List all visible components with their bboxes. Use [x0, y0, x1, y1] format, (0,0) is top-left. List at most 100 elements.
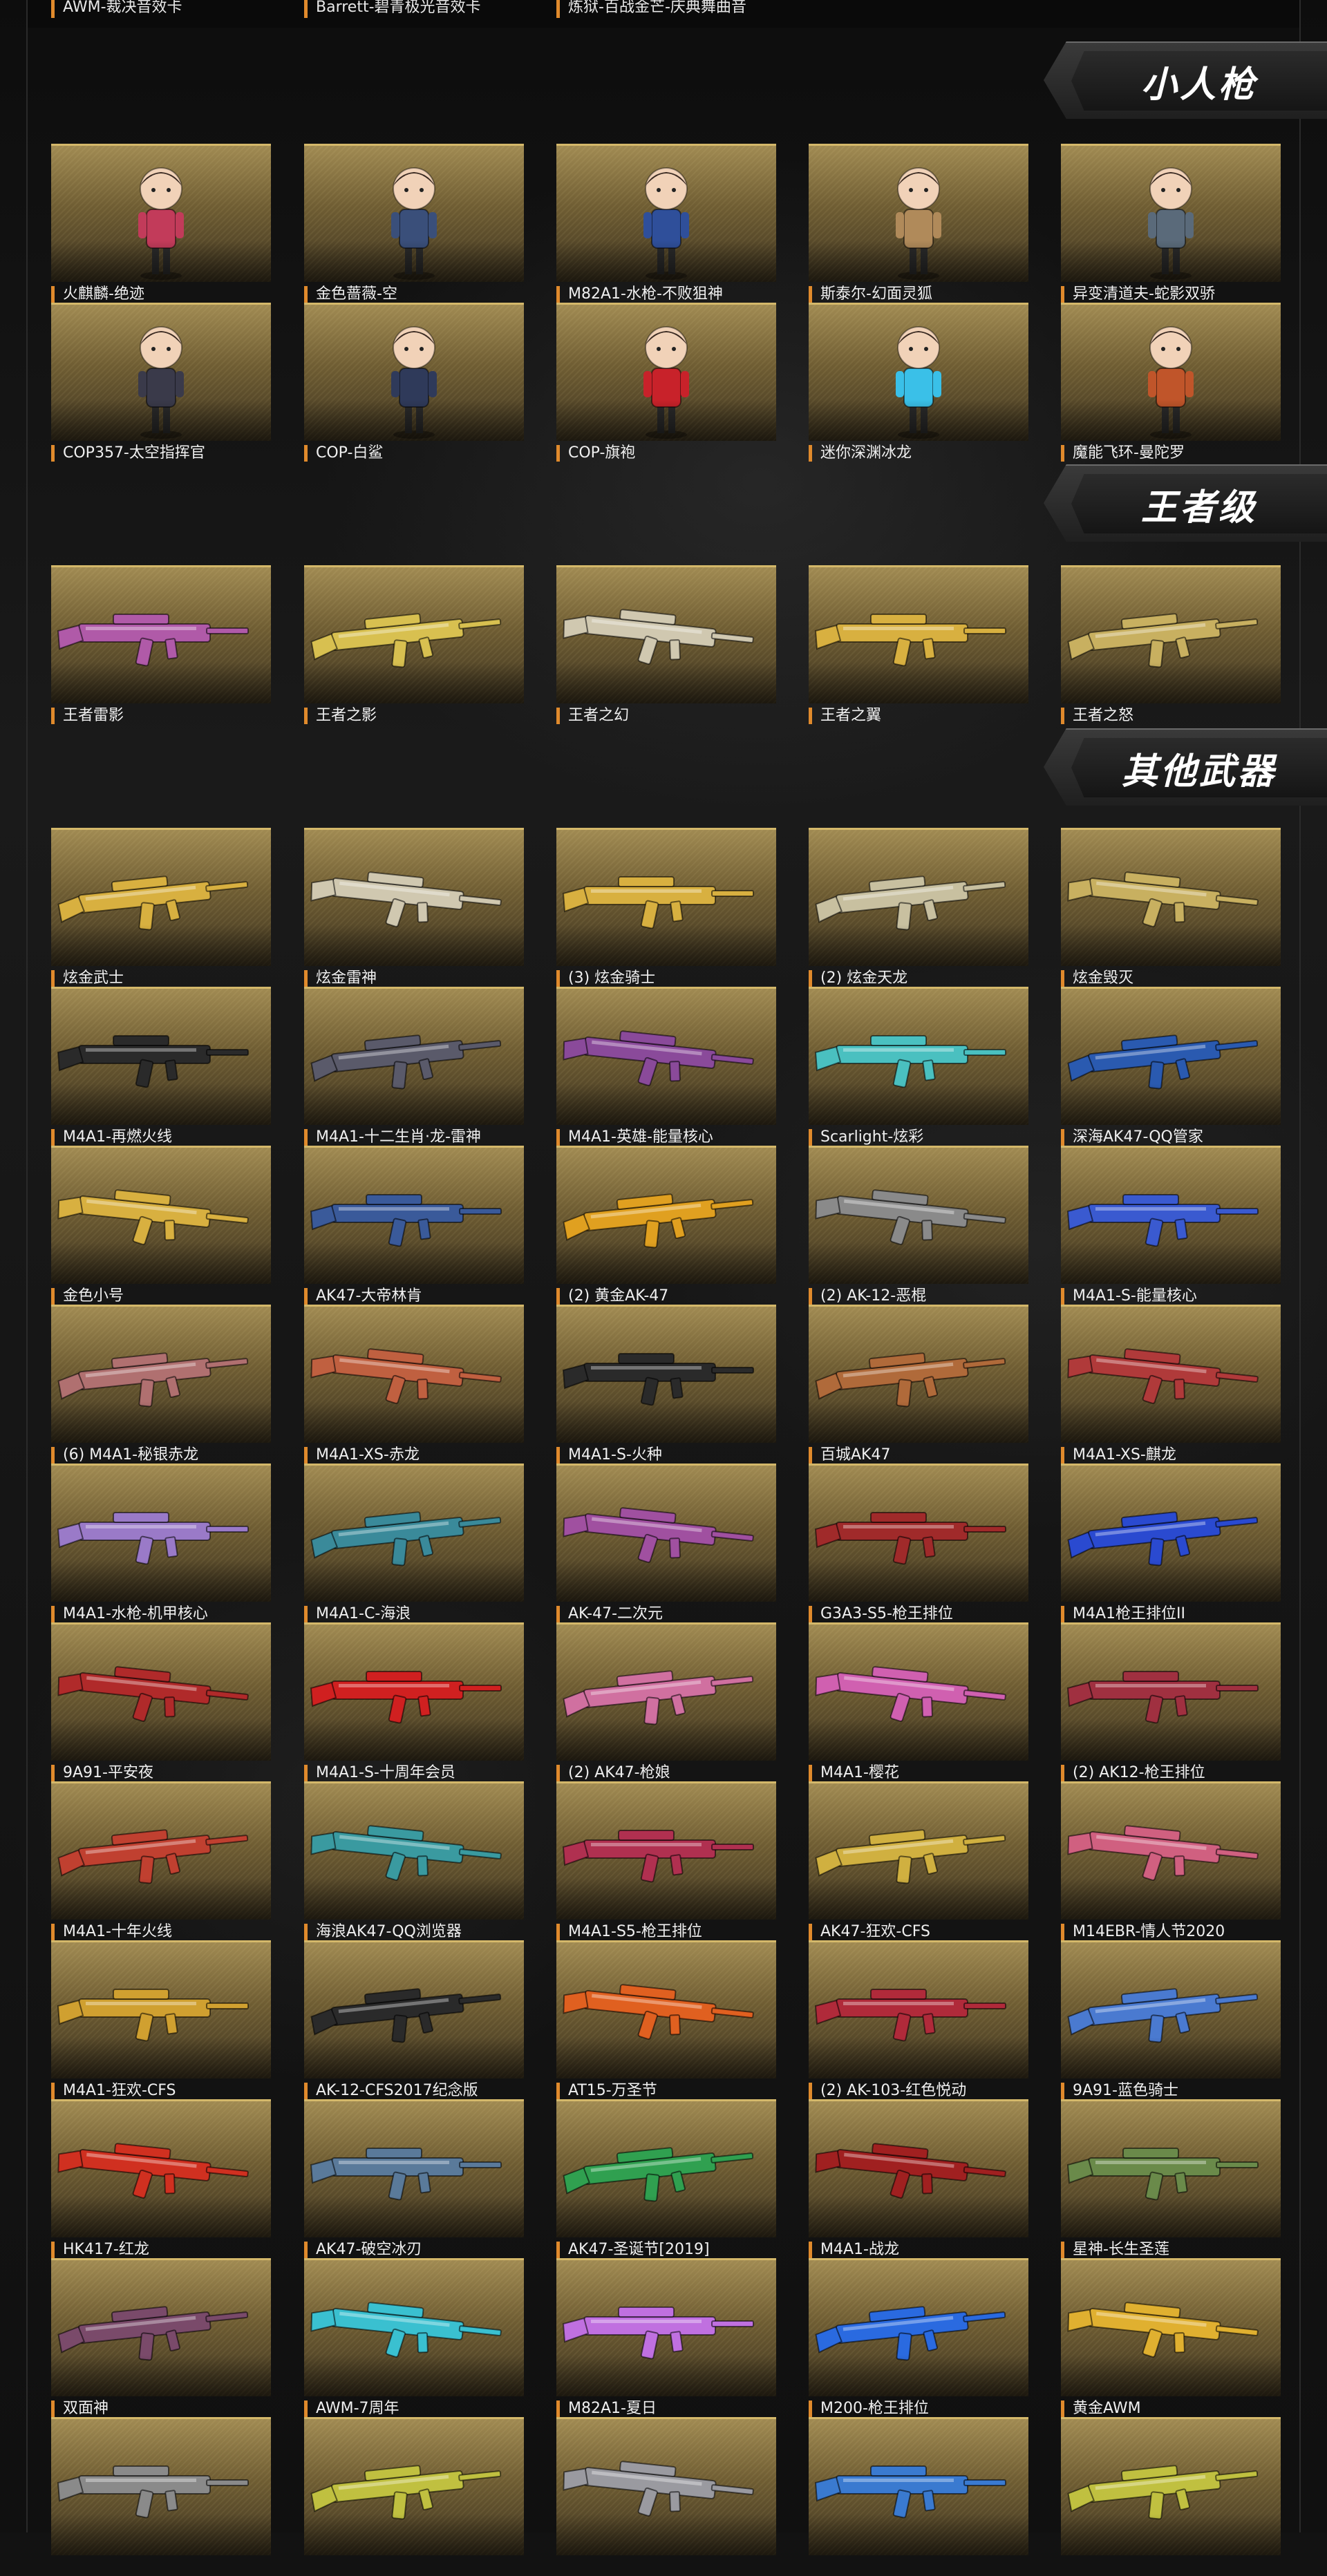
- item-card[interactable]: M4A1-S-能量核心: [1061, 1146, 1281, 1305]
- item-card[interactable]: [1061, 2417, 1281, 2576]
- item-card[interactable]: AWM-7周年: [304, 2258, 524, 2417]
- item-card[interactable]: 双面神: [51, 2258, 271, 2417]
- item-thumbnail: [1061, 1146, 1281, 1284]
- item-thumbnail: [809, 2417, 1028, 2555]
- item-card[interactable]: M4A1-S-十周年会员: [304, 1622, 524, 1781]
- item-card[interactable]: (3) 炫金骑士: [556, 828, 776, 987]
- item-card[interactable]: AK47-破空冰刃: [304, 2099, 524, 2258]
- item-label: AK-47-二次元: [556, 1606, 663, 1622]
- item-card[interactable]: G3A3-S5-枪王排位: [809, 1464, 1028, 1622]
- item-card[interactable]: (2) AK12-枪王排位: [1061, 1622, 1281, 1781]
- item-card[interactable]: M4A1-再燃火线: [51, 987, 271, 1146]
- item-card[interactable]: M4A1-十年火线: [51, 1781, 271, 1940]
- gun-image: [57, 1666, 249, 1723]
- item-card[interactable]: M4A1-XS-麒龙: [1061, 1305, 1281, 1464]
- item-card[interactable]: M14EBR-情人节2020: [1061, 1781, 1281, 1940]
- item-card[interactable]: 深海AK47-QQ管家: [1061, 987, 1281, 1146]
- item-thumbnail: [556, 1781, 776, 1920]
- item-card[interactable]: 炫金毁灭: [1061, 828, 1281, 987]
- item-card[interactable]: 王者雷影: [51, 565, 271, 724]
- item-card[interactable]: M4A1-XS-赤龙: [304, 1305, 524, 1464]
- item-card[interactable]: 金色小号: [51, 1146, 271, 1305]
- item-card[interactable]: 斯泰尔-幻面灵狐: [809, 144, 1028, 303]
- item-card[interactable]: 炫金武士: [51, 828, 271, 987]
- gun-image: [815, 1829, 1006, 1884]
- gun-image: [310, 1194, 502, 1247]
- gun-image: [310, 2302, 502, 2358]
- item-label: G3A3-S5-枪王排位: [809, 1606, 953, 1622]
- item-card[interactable]: 迷你深渊冰龙: [809, 303, 1028, 462]
- item-card[interactable]: M4A1-S-火种: [556, 1305, 776, 1464]
- character-figure-image: [391, 167, 437, 280]
- character-figure-image: [643, 326, 689, 439]
- item-card[interactable]: 王者之翼: [809, 565, 1028, 724]
- item-card[interactable]: AK47-圣诞节[2019]: [556, 2099, 776, 2258]
- item-label: M4A1-水枪-机甲核心: [51, 1606, 208, 1622]
- item-card[interactable]: HK417-红龙: [51, 2099, 271, 2258]
- item-thumbnail: [51, 2417, 271, 2555]
- item-card[interactable]: M4A1-S5-枪王排位: [556, 1781, 776, 1940]
- item-card[interactable]: AK-47-二次元: [556, 1464, 776, 1622]
- item-card[interactable]: M4A1-战龙: [809, 2099, 1028, 2258]
- item-card[interactable]: Scarlight-炫彩: [809, 987, 1028, 1146]
- item-card[interactable]: (2) AK47-枪娘: [556, 1622, 776, 1781]
- item-card[interactable]: 百城AK47: [809, 1305, 1028, 1464]
- item-card[interactable]: 王者之幻: [556, 565, 776, 724]
- item-card[interactable]: COP-旗袍: [556, 303, 776, 462]
- item-label: M4A1-XS-赤龙: [304, 1447, 420, 1464]
- item-thumbnail: [556, 2417, 776, 2555]
- character-figure-image: [138, 326, 184, 439]
- item-label: 深海AK47-QQ管家: [1061, 1129, 1203, 1146]
- item-card[interactable]: M4A1-C-海浪: [304, 1464, 524, 1622]
- item-thumbnail: [809, 987, 1028, 1125]
- item-label: 斯泰尔-幻面灵狐: [809, 286, 932, 303]
- item-card[interactable]: (2) 黄金AK-47: [556, 1146, 776, 1305]
- character-figure-image: [391, 326, 437, 439]
- item-card[interactable]: 王者之影: [304, 565, 524, 724]
- item-card[interactable]: 9A91-蓝色骑士: [1061, 1940, 1281, 2099]
- gun-image: [57, 1829, 249, 1884]
- item-card[interactable]: 9A91-平安夜: [51, 1622, 271, 1781]
- item-card[interactable]: (2) 炫金天龙: [809, 828, 1028, 987]
- gun-image: [57, 1989, 249, 2042]
- item-thumbnail: [304, 1622, 524, 1761]
- item-card[interactable]: 星神-长生圣莲: [1061, 2099, 1281, 2258]
- item-card[interactable]: [809, 2417, 1028, 2576]
- item-card[interactable]: (2) AK-12-恶棍: [809, 1146, 1028, 1305]
- item-card[interactable]: M82A1-水枪-不败狙神: [556, 144, 776, 303]
- item-card[interactable]: M4A1-樱花: [809, 1622, 1028, 1781]
- item-card[interactable]: 王者之怒: [1061, 565, 1281, 724]
- item-card[interactable]: 异变清道夫-蛇影双骄: [1061, 144, 1281, 303]
- item-card[interactable]: COP-白鲨: [304, 303, 524, 462]
- item-card[interactable]: AK47-大帝林肯: [304, 1146, 524, 1305]
- item-card[interactable]: M4A1-英雄-能量核心: [556, 987, 776, 1146]
- item-card[interactable]: 炫金雷神: [304, 828, 524, 987]
- item-thumbnail: [1061, 987, 1281, 1125]
- item-card[interactable]: (2) AK-103-红色悦动: [809, 1940, 1028, 2099]
- item-card[interactable]: M4A1枪王排位II: [1061, 1464, 1281, 1622]
- item-card[interactable]: M4A1-狂欢-CFS: [51, 1940, 271, 2099]
- item-card[interactable]: COP357-太空指挥官: [51, 303, 271, 462]
- item-card[interactable]: AT15-万圣节: [556, 1940, 776, 2099]
- item-card[interactable]: 魔能飞环-曼陀罗: [1061, 303, 1281, 462]
- item-card[interactable]: [556, 2417, 776, 2576]
- item-label: 王者之影: [304, 708, 377, 724]
- item-card[interactable]: M4A1-十二生肖·龙-雷神: [304, 987, 524, 1146]
- item-card[interactable]: 火麒麟-绝迹: [51, 144, 271, 303]
- item-card[interactable]: [304, 2417, 524, 2576]
- item-label: AK47-狂欢-CFS: [809, 1924, 930, 1940]
- item-card[interactable]: [51, 2417, 271, 2576]
- gun-image: [562, 2307, 754, 2360]
- item-card[interactable]: M4A1-水枪-机甲核心: [51, 1464, 271, 1622]
- item-card[interactable]: AK-12-CFS2017纪念版: [304, 1940, 524, 2099]
- item-label: 炫金雷神: [304, 970, 377, 987]
- item-card[interactable]: (6) M4A1-秘银赤龙: [51, 1305, 271, 1464]
- item-card[interactable]: 海浪AK47-QQ浏览器: [304, 1781, 524, 1940]
- item-card[interactable]: M200-枪王排位: [809, 2258, 1028, 2417]
- gun-image: [815, 1189, 1006, 1246]
- item-card[interactable]: M82A1-夏日: [556, 2258, 776, 2417]
- item-card[interactable]: AK47-狂欢-CFS: [809, 1781, 1028, 1940]
- gun-image: [814, 1512, 1006, 1565]
- item-card[interactable]: 黄金AWM: [1061, 2258, 1281, 2417]
- item-card[interactable]: 金色蔷薇-空: [304, 144, 524, 303]
